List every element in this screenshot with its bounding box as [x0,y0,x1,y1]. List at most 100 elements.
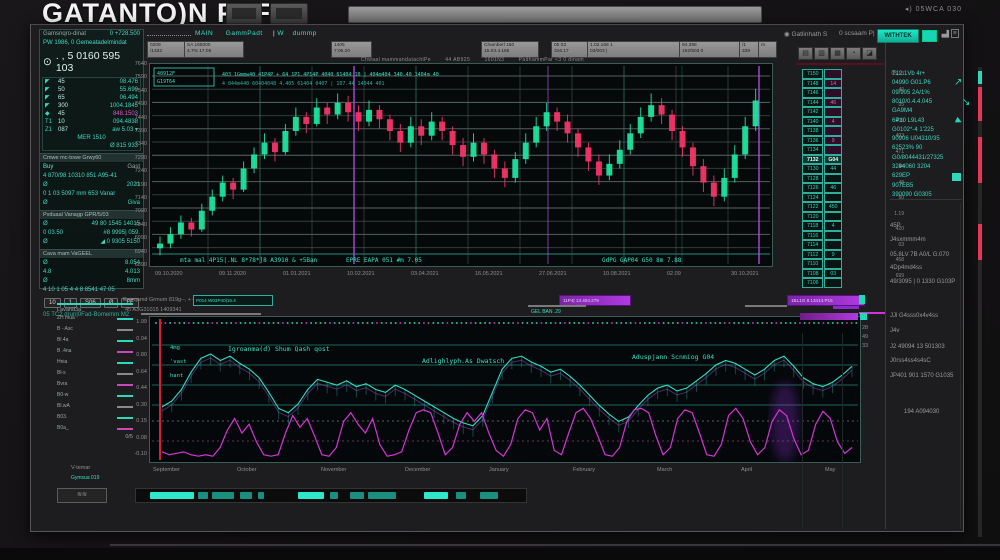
scrollbar-thumb[interactable] [978,224,982,260]
toolbar-field-6[interactable]: 1.02.168 103/003 | [587,41,681,58]
legend-strip-dash [117,417,133,419]
dom-bar-chip[interactable] [860,313,867,320]
dom-bid-row[interactable]: 713044 [802,164,842,174]
watchlist-item[interactable]: 3294060 3204 [892,164,930,170]
status-box[interactable]: ≋≋ [57,488,107,503]
toolbar-field-2[interactable]: SA 1650004.7% 17.05 [184,41,244,58]
dom-bid-row[interactable]: 7116 [802,231,842,241]
legend-strip-item[interactable]: Bl.wA [57,401,133,412]
legend-strip-item[interactable]: Bvra [57,379,133,390]
dom-bid-row[interactable]: 7124 [802,193,842,203]
indicator-panel[interactable]: 4mg'vasthantIgroanma(d) Shum Qash qostAd… [149,316,861,463]
legend-strip-footer: 0/5 [57,434,133,440]
dom-price-cell: 7114 [802,240,823,250]
pointer-icon: ▶ [954,115,963,126]
dom-bid-row[interactable]: 7110 [802,259,842,269]
watchlist-item[interactable]: 09/905 2A/1% [892,90,930,96]
dom-bid-row[interactable]: 7106 [802,278,842,288]
watchlist-item[interactable]: GA9M4 [892,108,912,114]
legend-strip-item[interactable]: B - Asc [57,324,133,335]
menu-item-main[interactable]: MAIN [195,30,213,37]
indicator-chart[interactable]: 4mg'vasthantIgroanma(d) Shum Qash qostAd… [150,317,860,462]
legend-strip-item[interactable]: B .4na [57,346,133,357]
section-row[interactable]: 4 10 1 05 4 4 8 8541 47 05 [40,286,143,295]
watchlist-item[interactable]: 629EP [892,173,910,179]
window-tab-2[interactable] [270,3,308,24]
dom-mid-row[interactable]: 7132G04 [802,155,842,165]
legend-strip-dash [117,373,133,375]
dom-bid-row[interactable]: 71184 [802,221,842,231]
dom-bid-row[interactable]: 712646 [802,183,842,193]
dom-ask-row[interactable]: 714814 [802,79,842,89]
menu-item-w[interactable]: W [277,30,284,37]
account-user[interactable]: ◉ Gatlinhath S [784,30,827,38]
toolbar-field-7[interactable]: 94.398192/503 0 [679,41,741,58]
main-chart[interactable]: 40912FG19T64403 1Gmmw40 41P4P + 64 1P1.4… [149,63,773,267]
dom-ask-row[interactable]: 714446 [802,98,842,108]
dom-tool-icon-4[interactable]: ◔ [846,47,861,60]
toolbar-field-4[interactable]: Chamberl 16015.03.4.165 [481,41,539,58]
dom-tool-icon-5[interactable]: ◪ [862,47,877,60]
dom-ask-row[interactable]: 7134 [802,145,842,155]
dom-tool-icon-1[interactable]: ▤ [798,47,813,60]
dom-tool-icon-2[interactable]: ▥ [814,47,829,60]
scrollbar-thumb[interactable] [978,71,982,84]
scrollbar-thumb[interactable] [978,137,982,183]
dom-ask-row[interactable]: 7138 [802,126,842,136]
legend-strip-item[interactable]: B0a_ [57,423,133,434]
candlestick-chart[interactable]: 40912FG19T64403 1Gmmw40 41P4P + 64 1P1.4… [150,64,772,266]
legend-strip-item[interactable]: B0-w [57,390,133,401]
watchlist-item[interactable]: 6P10 L9L43 [892,118,924,124]
connect-button[interactable]: WITHTEK [877,29,919,43]
watchlist-item[interactable]: 04990 G01.P6 [892,80,931,86]
legend-strip-item[interactable]: Bl-s [57,368,133,379]
dom-bid-row[interactable]: 7122450 [802,202,842,212]
toolbar-field-9[interactable]: m [758,41,777,58]
section-row[interactable]: 4.84.013 [40,268,143,277]
toolbar-field-3[interactable]: 14057:05.20 [331,41,372,58]
watchlist-item[interactable]: G0/8044431/27325 [892,155,943,161]
dom-size-cell [824,69,842,79]
dom-ask-row[interactable]: 71404 [802,117,842,127]
dom-size-cell: 9 [824,136,842,146]
dom-price-cell: 7146 [802,88,823,98]
watchlist-item[interactable]: 8010/0.4.4.045 [892,99,932,105]
watchlist-item[interactable]: T12.1Vb 4r+ [892,71,925,77]
legend-strip-item[interactable]: Bl 4a [57,335,133,346]
hamburger-icon[interactable]: ≡ [951,29,959,38]
quote-arrow-icon: ◤ [45,94,55,102]
dom-ask-row[interactable]: 7150 [802,69,842,79]
window-tab-1[interactable] [226,3,262,24]
dom-bid-row[interactable]: 7120 [802,212,842,222]
dom-ask-row[interactable]: 7142 [802,107,842,117]
title-bar-strip[interactable] [348,6,762,23]
strip-teal-pill[interactable]: P014 W03P40|15.4 [193,295,273,306]
legend-strip-item[interactable]: B03. [57,412,133,423]
menu-item-gammpadt[interactable]: GammPadt [226,30,263,37]
dom-bid-row[interactable]: 7114 [802,240,842,250]
window-icons[interactable]: ▗▟ [939,30,949,38]
toolbar-field-5[interactable]: 05 03316.17 [551,41,589,58]
watchlist-item[interactable]: 907EB5 [892,183,913,189]
legend-strip-item[interactable]: ZH mua [57,313,133,324]
legend-strip-item[interactable]: Hnia [57,357,133,368]
watchlist-item[interactable]: 390090 G0305 [892,192,932,198]
checkbox-icon[interactable] [952,173,961,181]
dom-bid-row[interactable]: 710803 [802,269,842,279]
dom-bid-row[interactable]: 71129 [802,250,842,260]
menu-item-dummp[interactable]: dummp [293,30,317,37]
dom-bid-row[interactable]: 7128 [802,174,842,184]
watchlist-item[interactable]: 90906 U04310/35 [892,136,940,142]
dom-ask-row[interactable]: 71369 [802,136,842,146]
dom-price-cell: 7108 [802,269,823,279]
price-tick: 7390 [121,128,147,135]
status-chip[interactable] [922,30,937,42]
toolbar-field-8[interactable]: /1339 [739,41,760,58]
dom-tool-icon-3[interactable]: ▦ [830,47,845,60]
section-row[interactable]: Ø8mm [40,277,143,286]
watchlist-item[interactable]: G0102*-4 1'225 [892,127,934,133]
scrollbar-thumb[interactable] [978,87,982,121]
dom-ask-row[interactable]: 7146 [802,88,842,98]
watchlist-item[interactable]: 62523% 90 [892,145,922,151]
toolbar-field-1[interactable]: 0209/1332 [147,41,186,58]
